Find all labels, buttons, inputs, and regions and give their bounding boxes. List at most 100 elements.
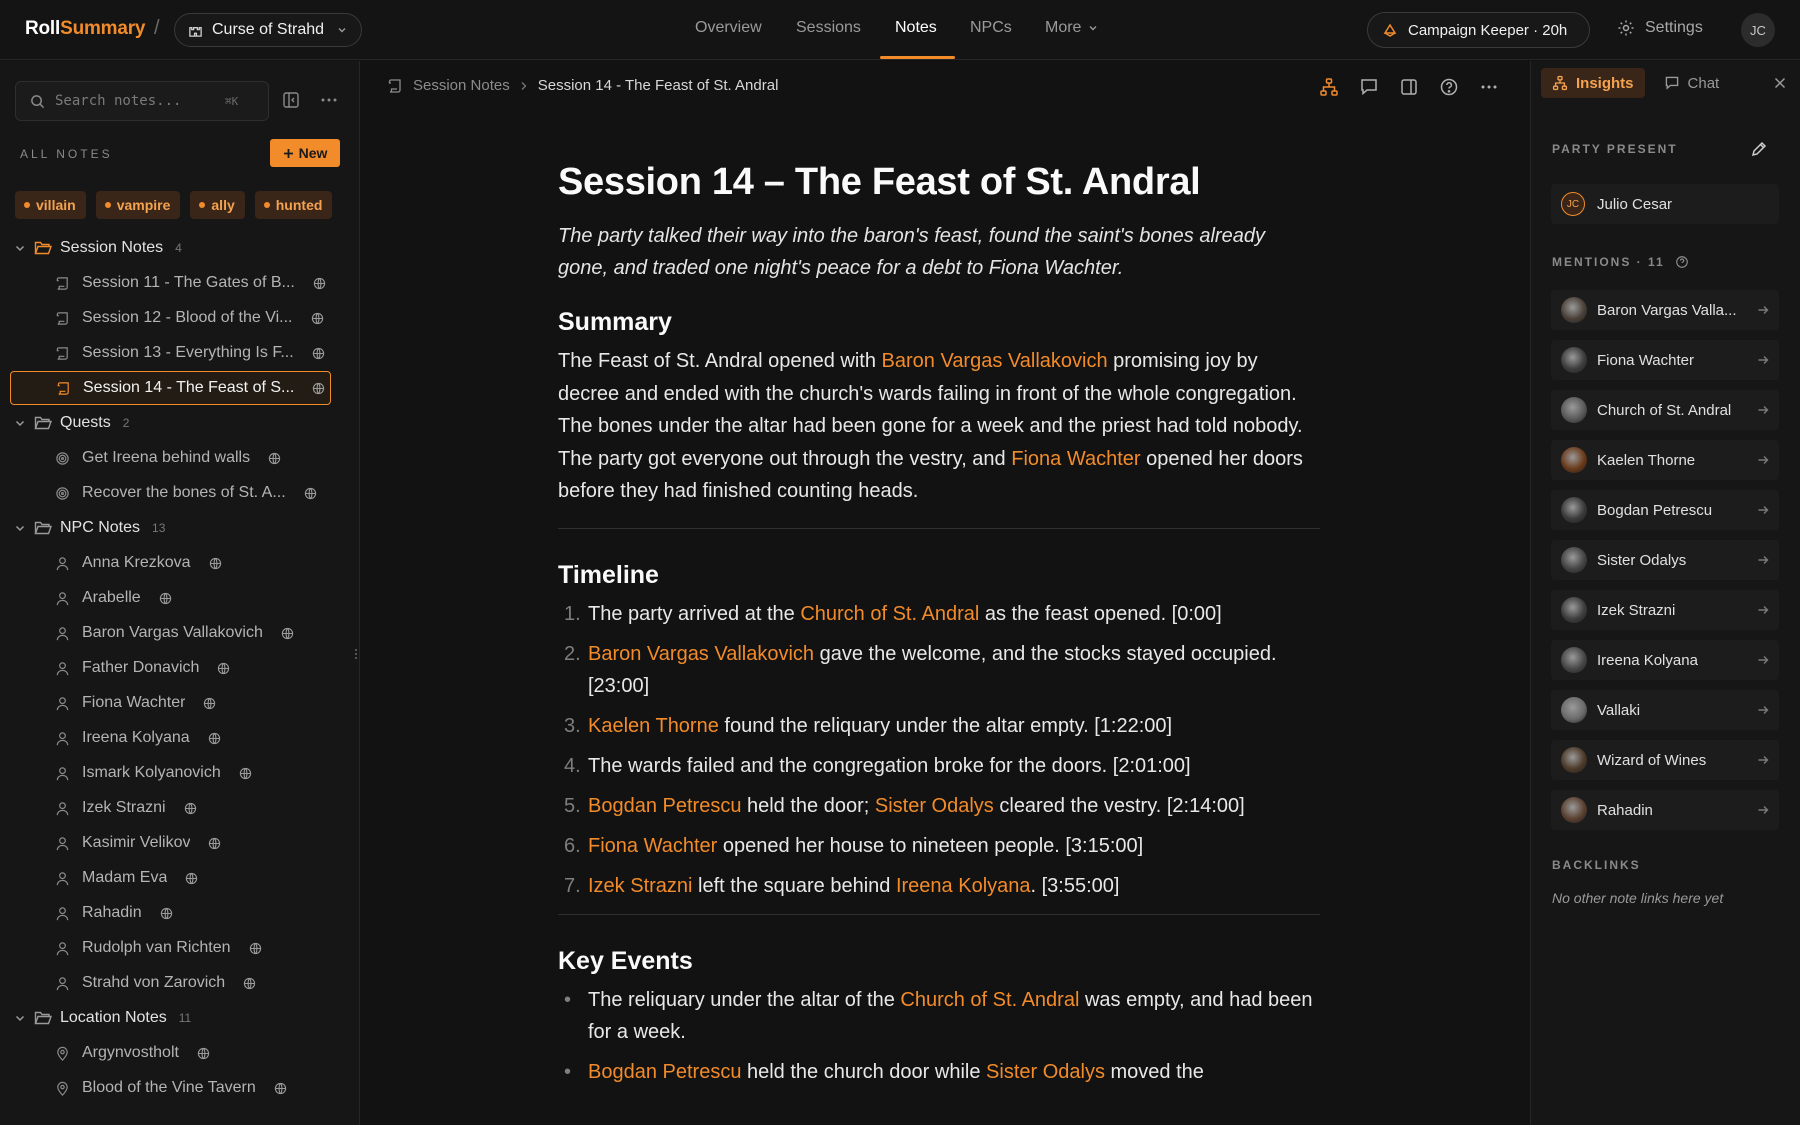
breadcrumb-root[interactable]: Session Notes xyxy=(413,77,510,94)
chevron-down-icon xyxy=(1089,26,1097,31)
note-item-npc[interactable]: Father Donavich xyxy=(55,651,230,685)
resize-handle-icon[interactable] xyxy=(354,646,360,662)
folder-npc-notes[interactable]: NPC Notes 13 xyxy=(14,511,165,545)
note-item-location[interactable]: Argynvostholt xyxy=(55,1036,210,1070)
tab-more[interactable]: More xyxy=(1045,19,1098,37)
note-item-location[interactable]: Blood of the Vine Tavern xyxy=(55,1071,287,1105)
mention-row[interactable]: Bogdan Petrescu xyxy=(1551,490,1779,530)
tag-vampire[interactable]: vampire xyxy=(95,191,181,219)
tag-ally[interactable]: ally xyxy=(190,191,245,219)
entity-link[interactable]: Ireena Kolyana xyxy=(896,875,1031,897)
graph-icon[interactable] xyxy=(1319,77,1339,97)
note-item-quest[interactable]: Recover the bones of St. A... xyxy=(55,476,317,510)
party-present-heading: PARTY PRESENT xyxy=(1552,142,1678,156)
tab-sessions[interactable]: Sessions xyxy=(796,19,861,37)
key-events-list: • The reliquary under the altar of the Ch… xyxy=(558,984,1320,1088)
folder-session-notes[interactable]: Session Notes 4 xyxy=(14,231,182,265)
entity-link[interactable]: Church of St. Andral xyxy=(900,989,1079,1011)
side-panel-icon[interactable] xyxy=(1399,77,1419,97)
note-title[interactable]: Session 14 – The Feast of St. Andral xyxy=(558,161,1320,204)
search-input[interactable] xyxy=(55,93,215,109)
mention-row[interactable]: Rahadin xyxy=(1551,790,1779,830)
entity-link[interactable]: Kaelen Thorne xyxy=(588,715,719,737)
entity-link[interactable]: Church of St. Andral xyxy=(800,603,979,625)
tab-npcs[interactable]: NPCs xyxy=(970,19,1012,37)
campaign-selector[interactable]: Curse of Strahd xyxy=(174,13,362,47)
mention-row[interactable]: Izek Strazni xyxy=(1551,590,1779,630)
entity-link[interactable]: Sister Odalys xyxy=(986,1061,1105,1083)
person-icon xyxy=(56,941,69,955)
globe-icon xyxy=(281,627,294,639)
entity-link[interactable]: Fiona Wachter xyxy=(1011,448,1140,470)
entity-link[interactable]: Baron Vargas Vallakovich xyxy=(882,350,1108,372)
comment-icon[interactable] xyxy=(1359,77,1379,97)
note-item-npc[interactable]: Rahadin xyxy=(55,896,173,930)
entity-link[interactable]: Baron Vargas Vallakovich xyxy=(588,643,814,665)
globe-icon xyxy=(159,592,171,604)
note-item-session-14[interactable]: Session 14 - The Feast of S... xyxy=(10,371,331,405)
mention-row[interactable]: Ireena Kolyana xyxy=(1551,640,1779,680)
person-icon xyxy=(56,871,69,885)
app-logo[interactable]: RollSummary xyxy=(25,18,145,40)
settings-button[interactable]: Settings xyxy=(1617,19,1703,37)
mention-row[interactable]: Kaelen Thorne xyxy=(1551,440,1779,480)
pencil-icon[interactable] xyxy=(1750,140,1768,158)
note-item-session-13[interactable]: Session 13 - Everything Is F... xyxy=(55,336,325,370)
keeper-label: Campaign Keeper · 20h xyxy=(1408,21,1568,39)
note-item-npc[interactable]: Strahd von Zarovich xyxy=(55,966,256,1000)
timeline-item: 4. The wards failed and the congregation … xyxy=(564,754,1191,777)
note-item-quest[interactable]: Get Ireena behind walls xyxy=(55,441,281,475)
scroll-icon xyxy=(57,381,69,395)
mention-name: Baron Vargas Valla... xyxy=(1597,301,1737,319)
campaign-keeper-badge[interactable]: Campaign Keeper · 20h xyxy=(1367,12,1590,48)
note-item-npc[interactable]: Rudolph van Richten xyxy=(55,931,262,965)
tag-villain[interactable]: villain xyxy=(15,191,86,219)
note-item-npc[interactable]: Kasimir Velikov xyxy=(55,826,221,860)
mention-row[interactable]: Church of St. Andral xyxy=(1551,390,1779,430)
new-note-label: New xyxy=(298,145,328,161)
mention-row[interactable]: Baron Vargas Valla... xyxy=(1551,290,1779,330)
note-item-npc[interactable]: Fiona Wachter xyxy=(55,686,216,720)
search-box[interactable]: ⌘K xyxy=(15,81,269,121)
note-document[interactable]: Session 14 – The Feast of St. Andral The… xyxy=(558,161,1320,1088)
close-icon[interactable] xyxy=(1774,77,1786,89)
party-member-name: Julio Cesar xyxy=(1597,195,1673,213)
more-options-icon[interactable] xyxy=(320,91,338,109)
note-item-npc[interactable]: Izek Strazni xyxy=(55,791,197,825)
mention-row[interactable]: Vallaki xyxy=(1551,690,1779,730)
backlinks-heading: BACKLINKS xyxy=(1552,858,1641,872)
note-item-session-11[interactable]: Session 11 - The Gates of B... xyxy=(55,266,326,300)
tab-insights[interactable]: Insights xyxy=(1541,68,1645,98)
note-item-npc[interactable]: Baron Vargas Vallakovich xyxy=(55,616,294,650)
entity-link[interactable]: Fiona Wachter xyxy=(588,835,717,857)
sidebar-collapse-icon[interactable] xyxy=(282,91,300,109)
entity-portrait xyxy=(1561,647,1587,673)
tab-notes[interactable]: Notes xyxy=(895,19,937,37)
entity-link[interactable]: Sister Odalys xyxy=(875,795,994,817)
party-member-row[interactable]: JC Julio Cesar xyxy=(1551,184,1779,224)
tab-overview[interactable]: Overview xyxy=(695,19,762,37)
entity-link[interactable]: Bogdan Petrescu xyxy=(588,1061,741,1083)
folder-quests[interactable]: Quests 2 xyxy=(14,406,129,440)
note-item-npc[interactable]: Anna Krezkova xyxy=(55,546,222,580)
tag-hunted[interactable]: hunted xyxy=(254,191,333,219)
new-note-button[interactable]: New xyxy=(270,139,340,167)
note-item-session-12[interactable]: Session 12 - Blood of the Vi... xyxy=(55,301,324,335)
tab-chat[interactable]: Chat xyxy=(1653,68,1731,98)
note-item-npc[interactable]: Arabelle xyxy=(55,581,172,615)
mention-row[interactable]: Fiona Wachter xyxy=(1551,340,1779,380)
user-avatar[interactable]: JC xyxy=(1741,13,1775,47)
help-icon[interactable] xyxy=(1675,255,1689,269)
mention-row[interactable]: Sister Odalys xyxy=(1551,540,1779,580)
folder-location-notes[interactable]: Location Notes 11 xyxy=(14,1001,191,1035)
note-item-npc[interactable]: Ismark Kolyanovich xyxy=(55,756,252,790)
entity-link[interactable]: Bogdan Petrescu xyxy=(588,795,741,817)
note-item-npc[interactable]: Ireena Kolyana xyxy=(55,721,221,755)
all-notes-heading: ALL NOTES xyxy=(20,147,113,161)
chevron-down-icon xyxy=(338,28,346,33)
help-icon[interactable] xyxy=(1439,77,1459,97)
more-options-icon[interactable] xyxy=(1479,77,1499,97)
entity-link[interactable]: Izek Strazni xyxy=(588,875,692,897)
note-item-npc[interactable]: Madam Eva xyxy=(55,861,198,895)
mention-row[interactable]: Wizard of Wines xyxy=(1551,740,1779,780)
